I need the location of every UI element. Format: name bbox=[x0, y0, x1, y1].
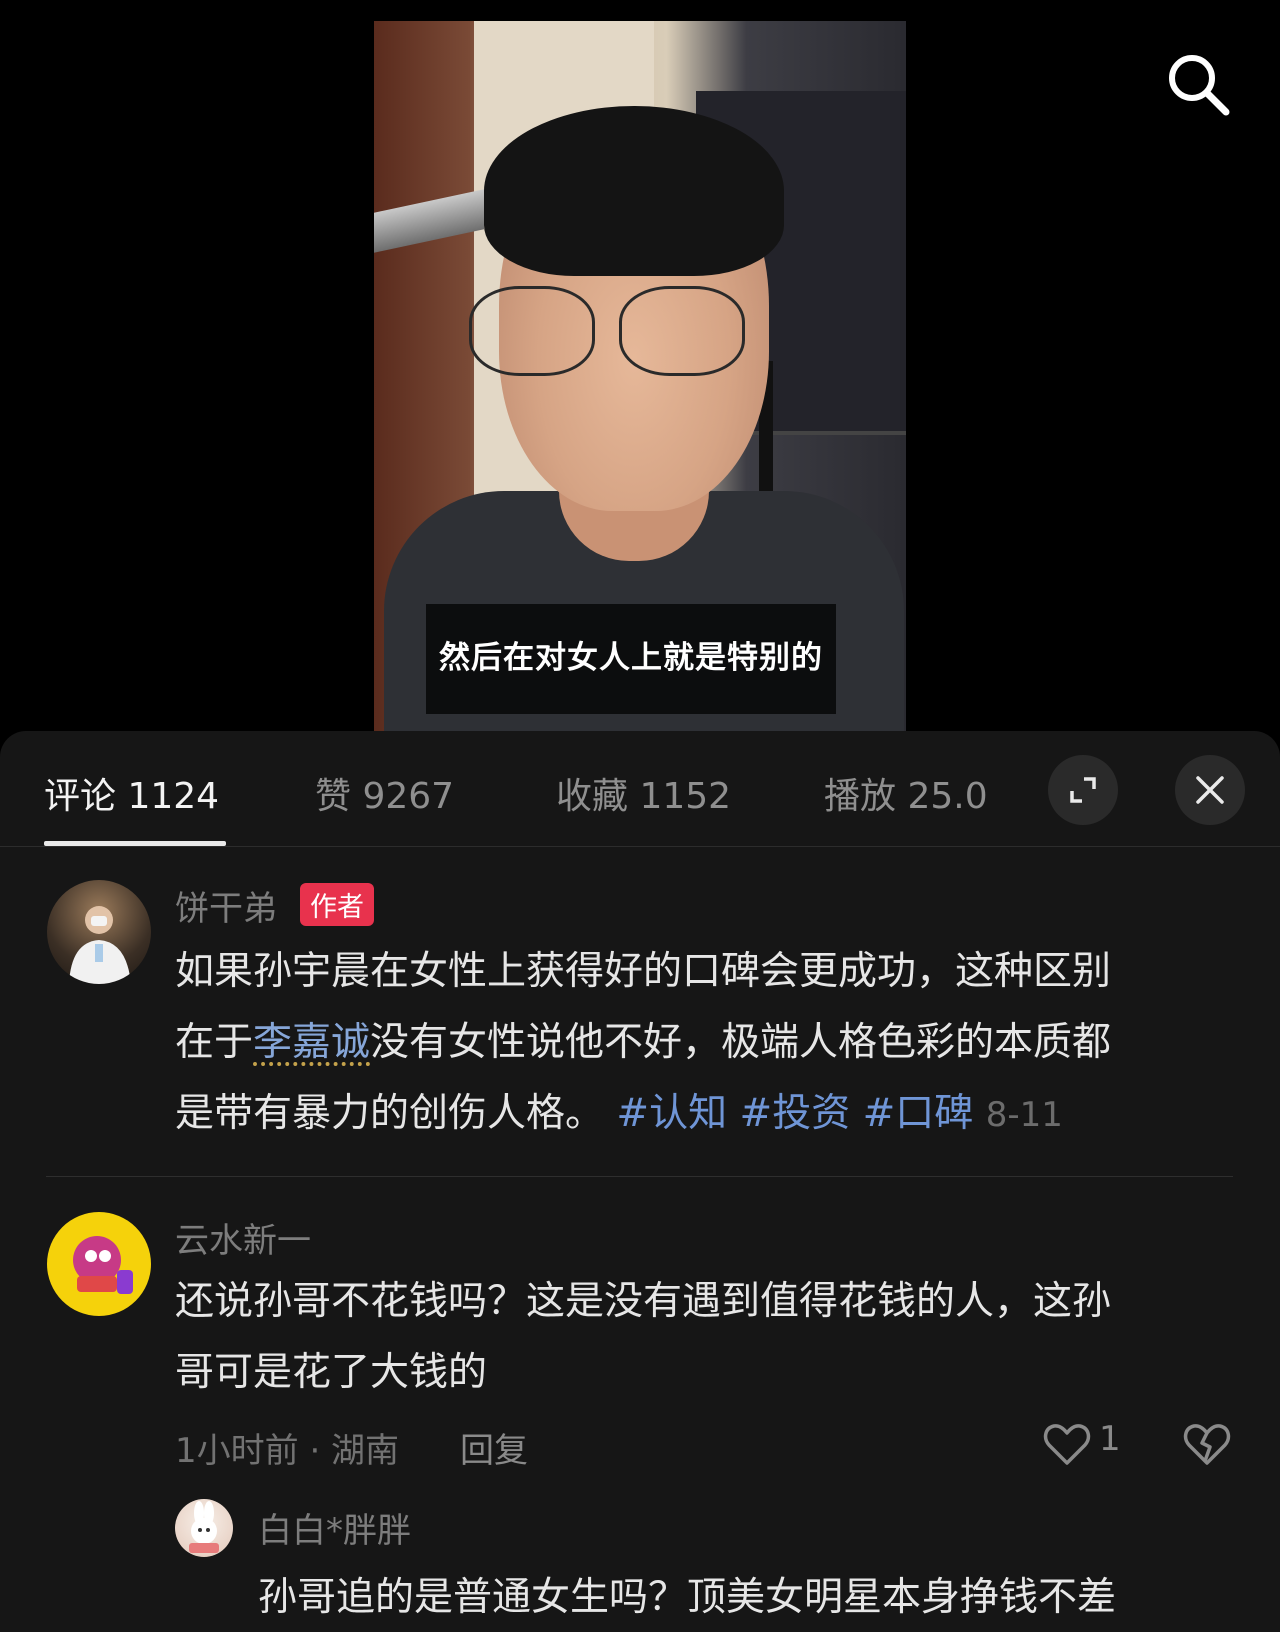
comment-text-line: 还说孙哥不花钱吗？这是没有遇到值得花钱的人，这孙 bbox=[175, 1279, 1112, 1324]
video-background-lamp bbox=[374, 189, 484, 253]
like-button[interactable]: 1 bbox=[1043, 1419, 1133, 1469]
comment-divider bbox=[46, 1176, 1233, 1177]
hashtag-link[interactable]: #认知 bbox=[616, 1091, 727, 1136]
video-person-glasses bbox=[469, 286, 759, 376]
comment-text-line: 孙哥追的是普通女生吗？顶美女明星本身挣钱不差 bbox=[258, 1575, 1117, 1620]
avatar[interactable] bbox=[47, 880, 151, 984]
hashtag-link[interactable]: #口碑 bbox=[863, 1091, 974, 1136]
comment-text-segment: 没有女性说他不好，极端人格色彩的本质都 bbox=[370, 1020, 1112, 1065]
comment-text-line: 是带有暴力的创伤人格。 #认知 #投资 #口碑 8-11 bbox=[175, 1078, 1063, 1151]
mention-link[interactable]: 李嘉诚 bbox=[253, 1020, 370, 1065]
close-button[interactable] bbox=[1175, 755, 1245, 825]
tab-plays[interactable]: 播放 25.0 bbox=[824, 767, 988, 819]
search-icon[interactable] bbox=[1164, 50, 1232, 118]
active-tab-indicator bbox=[44, 841, 226, 846]
broken-heart-icon bbox=[1183, 1424, 1231, 1465]
dislike-button[interactable] bbox=[1183, 1421, 1233, 1471]
close-icon bbox=[1196, 776, 1224, 804]
glasses-lens-right bbox=[619, 286, 745, 376]
tab-comments[interactable]: 评论 1124 bbox=[44, 767, 219, 819]
comment-text-line: 哥可是花了大钱的 bbox=[175, 1350, 488, 1395]
comment-text-segment: 是带有暴力的创伤人格。 bbox=[175, 1091, 605, 1136]
comment-text-line: 如果孙宇晨在女性上获得好的口碑会更成功，这种区别 bbox=[175, 949, 1112, 994]
avatar[interactable] bbox=[175, 1499, 233, 1557]
heart-icon bbox=[1043, 1424, 1091, 1465]
comment-text-segment: 在于 bbox=[175, 1020, 254, 1065]
video-person-hair bbox=[484, 106, 784, 276]
video-subtitle: 然后在对女人上就是特别的 bbox=[426, 604, 836, 714]
tab-bar: 评论 1124 赞 9267 收藏 1152 播放 25.0 bbox=[0, 731, 1280, 847]
comment-username[interactable]: 饼干弟 bbox=[175, 881, 277, 930]
tab-fade-mask bbox=[990, 751, 1050, 831]
tab-likes[interactable]: 赞 9267 bbox=[315, 767, 454, 819]
reply-button[interactable]: 回复 bbox=[460, 1423, 528, 1472]
comment-date: 8-11 bbox=[985, 1095, 1063, 1135]
hashtag-link[interactable]: #投资 bbox=[740, 1091, 851, 1136]
comments-panel: 评论 1124 赞 9267 收藏 1152 播放 25.0 饼干弟 作者 如果… bbox=[0, 731, 1280, 1632]
screen: 然后在对女人上就是特别的 评论 1124 赞 9267 收藏 1152 播放 2… bbox=[0, 0, 1280, 1632]
tab-favorites[interactable]: 收藏 1152 bbox=[556, 767, 731, 819]
like-count: 1 bbox=[1099, 1419, 1121, 1459]
comment-text-line: 在于李嘉诚没有女性说他不好，极端人格色彩的本质都 bbox=[175, 1007, 1111, 1078]
glasses-lens-left bbox=[469, 286, 595, 376]
comment-username[interactable]: 云水新一 bbox=[175, 1213, 311, 1262]
comment-time-location: 1小时前 · 湖南 bbox=[175, 1431, 400, 1471]
avatar[interactable] bbox=[47, 1212, 151, 1316]
expand-button[interactable] bbox=[1048, 755, 1118, 825]
video-player[interactable]: 然后在对女人上就是特别的 bbox=[374, 21, 906, 731]
author-badge: 作者 bbox=[300, 883, 374, 926]
expand-icon bbox=[1070, 777, 1096, 803]
reply-username[interactable]: 白白*胖胖 bbox=[258, 1503, 411, 1552]
